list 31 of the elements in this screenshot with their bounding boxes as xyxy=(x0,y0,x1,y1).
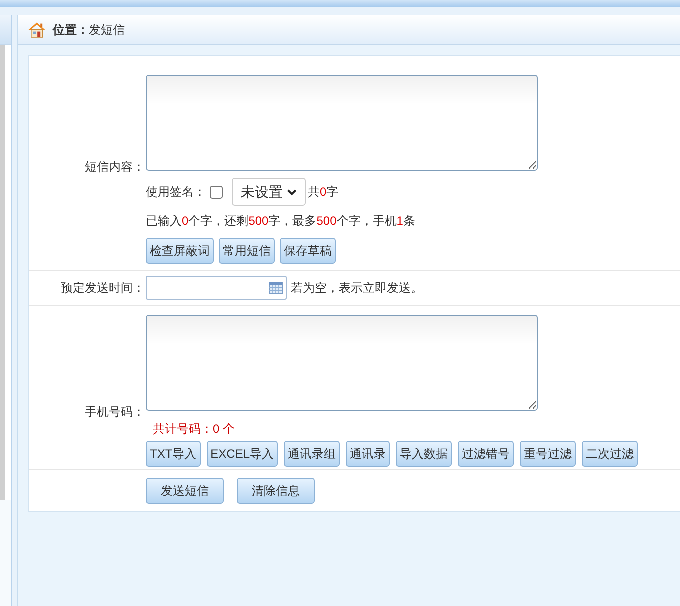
contact-group-button[interactable]: 通讯录组 xyxy=(284,441,340,467)
message-field[interactable] xyxy=(146,75,538,171)
import-data-button[interactable]: 导入数据 xyxy=(396,441,452,467)
dedupe-button[interactable]: 重号过滤 xyxy=(520,441,576,467)
breadcrumb-current: 发短信 xyxy=(89,22,125,38)
save-draft-button[interactable]: 保存草稿 xyxy=(280,238,336,264)
chevron-down-icon xyxy=(287,188,297,196)
filter-invalid-button[interactable]: 过滤错号 xyxy=(458,441,514,467)
field-label: 短信内容： xyxy=(85,160,145,174)
signature-checkbox[interactable] xyxy=(210,186,223,198)
field-label: 预定发送时间： xyxy=(61,281,145,295)
contacts-button[interactable]: 通讯录 xyxy=(346,441,390,467)
hint-text: 若为空，表示立即发送。 xyxy=(291,280,423,297)
signature-select[interactable]: 未设置 xyxy=(232,178,306,206)
message-stats-text: 已输入0个字，还剩500字，最多500个字，手机1条 xyxy=(146,213,416,230)
signature-label: 使用签名： xyxy=(146,184,206,201)
excel-import-button[interactable]: EXCEL导入 xyxy=(206,441,278,467)
send-button[interactable]: 发送短信 xyxy=(146,478,224,504)
second-filter-button[interactable]: 二次过滤 xyxy=(582,441,638,467)
templates-button[interactable]: 常用短信 xyxy=(219,238,275,264)
char-count-text: 共0字 xyxy=(308,184,339,201)
breadcrumb-label: 位置： xyxy=(53,22,89,38)
number-total-text: 共计号码：0 个 xyxy=(152,421,236,438)
clear-button[interactable]: 清除信息 xyxy=(237,478,315,504)
home-icon xyxy=(28,22,46,38)
txt-import-button[interactable]: TXT导入 xyxy=(146,441,201,467)
field-label: 手机号码： xyxy=(85,405,145,419)
phone-numbers-field[interactable] xyxy=(146,315,538,411)
schedule-time-field[interactable] xyxy=(146,276,287,300)
check-words-button[interactable]: 检查屏蔽词 xyxy=(146,238,214,264)
calendar-icon xyxy=(269,282,283,294)
